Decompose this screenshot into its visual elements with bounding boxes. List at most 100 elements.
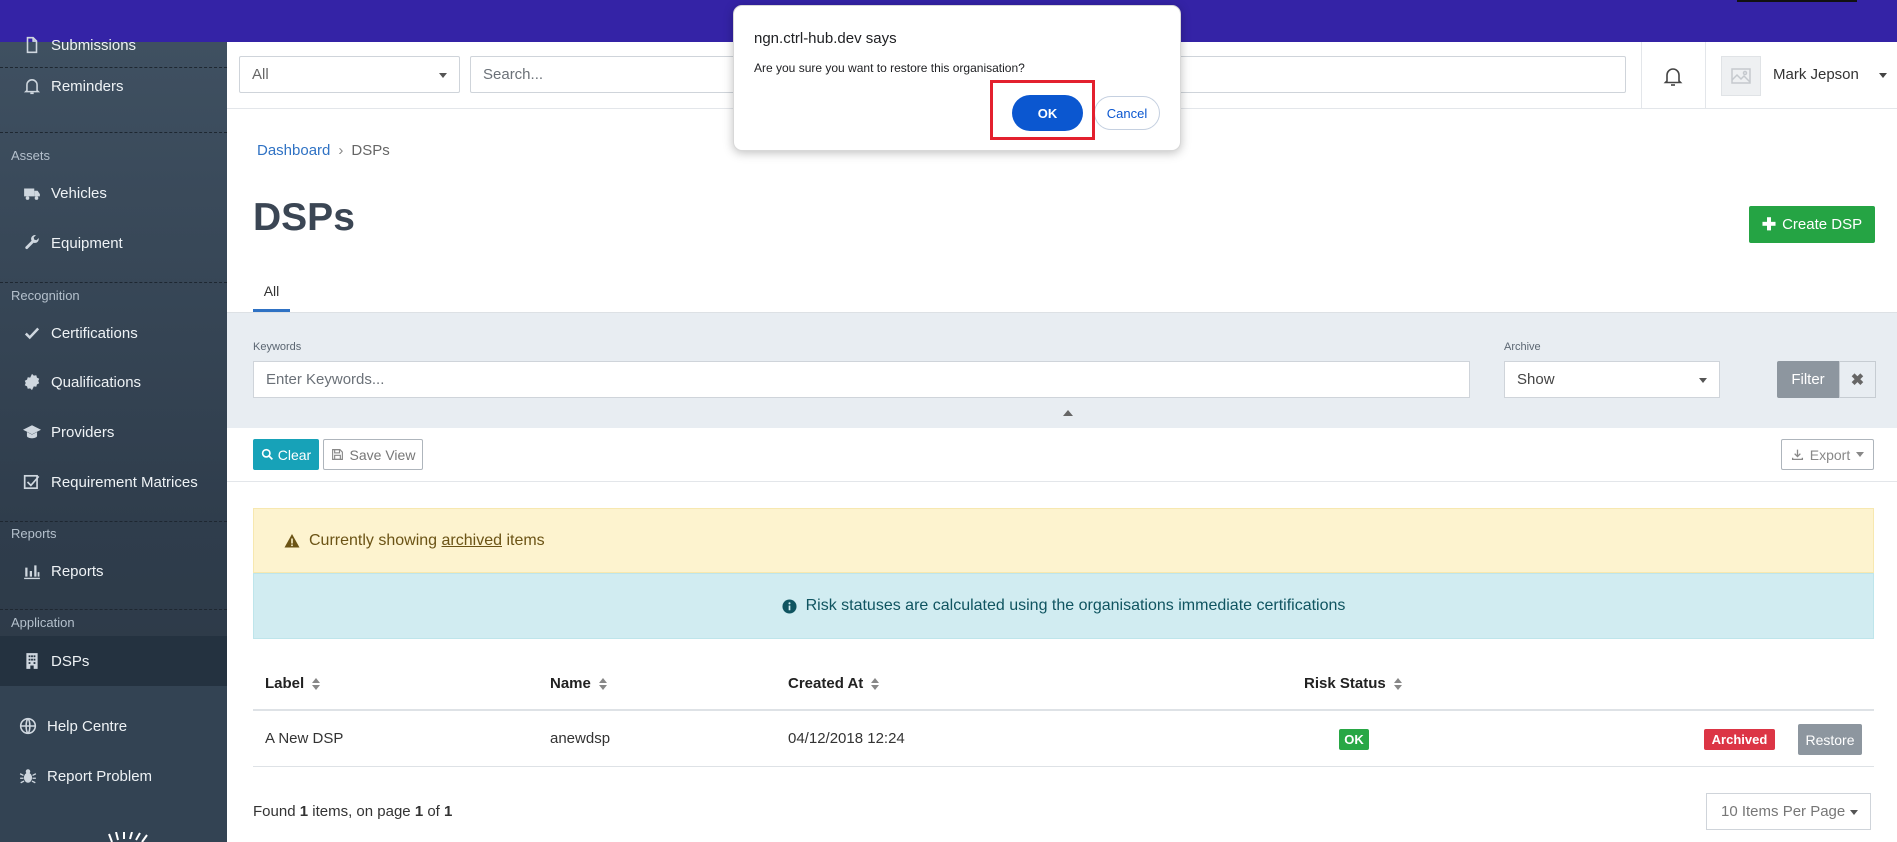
plus-icon: ✚ — [1761, 214, 1777, 234]
sidebar-item-label: Certifications — [51, 324, 138, 342]
building-icon — [22, 651, 42, 671]
table-row-divider — [253, 766, 1874, 767]
archive-select[interactable]: Show — [1504, 361, 1720, 398]
archived-warning-alert: Currently showing archived items — [253, 508, 1874, 573]
export-label: Export — [1809, 446, 1851, 463]
sidebar-item-label: Report Problem — [47, 767, 153, 785]
bug-icon — [18, 766, 38, 786]
confirm-dialog: ngn.ctrl-hub.dev says Are you sure you w… — [733, 5, 1181, 151]
export-button[interactable]: Export — [1781, 439, 1874, 470]
truck-icon — [22, 183, 42, 203]
breadcrumb-dashboard-link[interactable]: Dashboard — [257, 142, 330, 159]
user-name[interactable]: Mark Jepson — [1773, 66, 1859, 83]
column-header-created-at[interactable]: Created At — [788, 675, 880, 692]
warning-suffix: items — [506, 531, 545, 549]
column-header-text: Risk Status — [1304, 675, 1386, 692]
floppy-disk-icon — [331, 449, 343, 460]
items-per-page-select[interactable]: 10 Items Per Page — [1706, 793, 1871, 830]
dialog-message: Are you sure you want to restore this or… — [754, 61, 1025, 75]
found-of: of — [427, 803, 440, 820]
sidebar-item-requirement-matrices[interactable]: Requirement Matrices — [0, 464, 227, 500]
column-header-text: Name — [550, 675, 591, 692]
sidebar-item-reports[interactable]: Reports — [0, 553, 227, 589]
filter-button[interactable]: Filter — [1777, 361, 1839, 398]
sidebar-item-equipment[interactable]: Equipment — [0, 225, 227, 261]
chevron-down-icon — [1856, 452, 1865, 457]
warning-prefix: Currently showing — [309, 531, 438, 549]
sidebar-item-label: Providers — [51, 423, 115, 441]
search-icon — [261, 448, 273, 460]
sidebar-footer: Help Centre Report Problem — [0, 686, 227, 842]
sidebar-item-dsps[interactable]: DSPs — [0, 636, 227, 686]
sidebar-divider — [0, 609, 227, 610]
info-circle-icon — [782, 598, 797, 614]
sidebar-item-certifications[interactable]: Certifications — [0, 315, 227, 351]
sidebar-item-label: Requirement Matrices — [51, 473, 198, 491]
cell-created-at: 04/12/2018 12:24 — [788, 730, 905, 747]
image-placeholder-icon — [1731, 68, 1751, 84]
create-dsp-button[interactable]: ✚ Create DSP — [1749, 206, 1875, 243]
sidebar-item-providers[interactable]: Providers — [0, 414, 227, 450]
risk-status-badge: OK — [1339, 729, 1369, 750]
sidebar-item-submissions[interactable]: Submissions — [0, 27, 227, 63]
bar-chart-icon — [22, 561, 42, 581]
keywords-label: Keywords — [253, 341, 302, 353]
collapse-filters-chevron-up-icon[interactable] — [1063, 410, 1073, 416]
save-view-button[interactable]: Save View — [323, 439, 423, 470]
brand-logo — [108, 832, 148, 842]
sidebar-item-label: Vehicles — [51, 184, 107, 202]
sidebar-item-label: Reports — [51, 562, 104, 580]
sidebar-item-label: Equipment — [51, 234, 123, 252]
wrench-icon — [22, 233, 42, 253]
sidebar-item-label: Reminders — [51, 77, 124, 95]
filter-panel: Keywords Archive Show Filter ✖ — [227, 313, 1897, 428]
graduation-cap-icon — [22, 422, 42, 442]
dialog-cancel-button[interactable]: Cancel — [1094, 96, 1160, 130]
sidebar-item-label: Submissions — [51, 36, 137, 54]
warning-archived-link[interactable]: archived — [442, 532, 502, 549]
column-header-text: Label — [265, 675, 305, 692]
sidebar-item-report-problem[interactable]: Report Problem — [0, 758, 227, 794]
keywords-input[interactable] — [253, 361, 1470, 398]
create-dsp-label: Create DSP — [1782, 216, 1863, 233]
breadcrumb: Dashboard › DSPs — [257, 142, 390, 159]
cell-name: anewdsp — [550, 730, 611, 747]
sidebar-item-reminders[interactable]: Reminders — [0, 68, 227, 104]
column-header-label[interactable]: Label — [265, 675, 321, 692]
globe-icon — [18, 716, 38, 736]
save-view-label: Save View — [349, 446, 416, 463]
archived-badge: Archived — [1704, 729, 1775, 750]
restore-button[interactable]: Restore — [1798, 724, 1862, 755]
column-header-name[interactable]: Name — [550, 675, 607, 692]
document-icon — [22, 35, 42, 55]
user-menu-chevron-icon[interactable] — [1879, 73, 1887, 78]
sidebar-item-label: Help Centre — [47, 717, 128, 735]
notifications-bell-icon[interactable] — [1661, 64, 1685, 88]
sidebar-item-qualifications[interactable]: Qualifications — [0, 364, 227, 400]
badge-icon — [22, 372, 42, 392]
sort-icon — [871, 677, 880, 690]
column-header-risk-status[interactable]: Risk Status — [1304, 675, 1402, 692]
sidebar-section-assets: Assets — [11, 148, 51, 163]
archive-label: Archive — [1504, 341, 1541, 353]
sort-icon — [1393, 677, 1402, 690]
avatar[interactable] — [1721, 56, 1761, 96]
header-divider — [1641, 42, 1642, 109]
sidebar-item-label: Qualifications — [51, 373, 142, 391]
scope-select-value: All — [252, 66, 269, 83]
scope-select[interactable]: All — [239, 56, 460, 93]
cell-label: A New DSP — [265, 730, 344, 747]
sidebar-item-help-centre[interactable]: Help Centre — [0, 708, 227, 744]
sidebar-divider — [0, 282, 227, 283]
clear-button[interactable]: Clear — [253, 439, 319, 470]
sidebar-item-label: DSPs — [51, 652, 90, 670]
warning-triangle-icon — [284, 533, 300, 547]
chevron-down-icon — [1699, 378, 1707, 383]
header-divider — [1705, 42, 1706, 109]
download-icon — [1791, 449, 1803, 461]
sidebar-item-vehicles[interactable]: Vehicles — [0, 175, 227, 211]
table-header-divider — [253, 709, 1874, 711]
found-count: 1 — [299, 803, 309, 820]
tab-all[interactable]: All — [253, 272, 290, 312]
clear-filter-close-icon[interactable]: ✖ — [1839, 361, 1876, 398]
